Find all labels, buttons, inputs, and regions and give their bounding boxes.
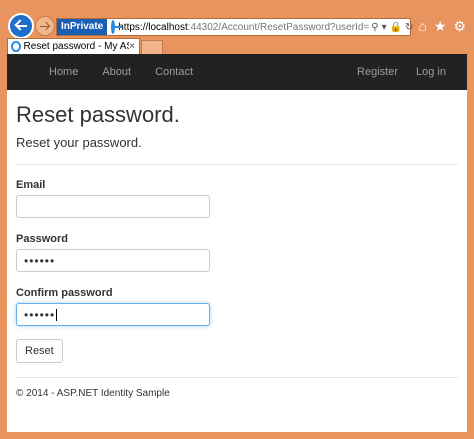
text-caret <box>56 308 58 321</box>
address-tools: ⚲ ▾ 🔒 ↻ <box>371 22 416 33</box>
dropdown-icon[interactable]: ▾ <box>382 22 387 33</box>
tab-bar: Reset password - My ASP.N... × <box>0 36 474 54</box>
tab-favicon-icon <box>11 41 21 52</box>
nav-left: Home About Contact <box>37 66 205 78</box>
nav-right: Register Log in <box>348 66 455 78</box>
page-title: Reset password. <box>16 102 180 127</box>
confirm-password-group: Confirm password •••••• <box>16 287 458 326</box>
settings-gear-icon[interactable]: ⚙ <box>453 18 466 35</box>
tab-close-icon[interactable]: × <box>129 41 135 52</box>
home-icon[interactable]: ⌂ <box>418 18 426 35</box>
reset-button[interactable]: Reset <box>16 339 63 363</box>
nav-register-link[interactable]: Register <box>348 66 407 78</box>
site-navbar: Home About Contact Register Log in <box>7 54 467 90</box>
email-label: Email <box>16 179 46 191</box>
refresh-icon[interactable]: ↻ <box>405 22 413 33</box>
address-bar[interactable]: InPrivate https://localhost:44302/Accoun… <box>56 18 413 36</box>
url-path: :44302/Account/ResetPassword?userId= <box>187 21 370 33</box>
nav-login-link[interactable]: Log in <box>407 66 455 78</box>
password-label: Password <box>16 233 68 245</box>
ie-logo-icon <box>111 20 123 34</box>
new-tab-button[interactable] <box>141 40 163 54</box>
password-group: Password •••••• <box>16 233 458 272</box>
tab-reset-password[interactable]: Reset password - My ASP.N... × <box>7 38 140 54</box>
divider <box>16 164 458 165</box>
page-subtitle: Reset your password. <box>16 135 142 150</box>
inprivate-badge: InPrivate <box>57 19 108 35</box>
page-viewport: Home About Contact Register Log in Reset… <box>7 54 467 432</box>
url-text[interactable]: https://localhost:44302/Account/ResetPas… <box>118 22 369 33</box>
nav-contact-link[interactable]: Contact <box>143 66 205 78</box>
footer-divider <box>16 377 458 378</box>
nav-home-link[interactable]: Home <box>37 66 90 78</box>
main-content: Reset password. Reset your password. Ema… <box>7 90 467 399</box>
password-value: •••••• <box>24 253 56 268</box>
lock-icon[interactable]: 🔒 <box>390 22 402 33</box>
favorites-star-icon[interactable]: ★ <box>434 18 447 35</box>
browser-toolbar: ⌂ ★ ⚙ <box>418 18 466 35</box>
forward-arrow-icon[interactable] <box>35 16 55 36</box>
url-host: https://localhost <box>118 21 188 33</box>
password-field[interactable]: •••••• <box>16 249 210 272</box>
email-group: Email <box>16 179 458 218</box>
confirm-password-label: Confirm password <box>16 287 113 299</box>
nav-about-link[interactable]: About <box>90 66 143 78</box>
footer-text: © 2014 - ASP.NET Identity Sample <box>16 388 170 399</box>
search-icon[interactable]: ⚲ <box>371 22 378 33</box>
tab-title: Reset password - My ASP.N... <box>23 41 130 52</box>
confirm-password-field[interactable]: •••••• <box>16 303 210 326</box>
browser-chrome: InPrivate https://localhost:44302/Accoun… <box>0 0 474 54</box>
confirm-password-value: •••••• <box>24 307 56 322</box>
email-field[interactable] <box>16 195 210 218</box>
